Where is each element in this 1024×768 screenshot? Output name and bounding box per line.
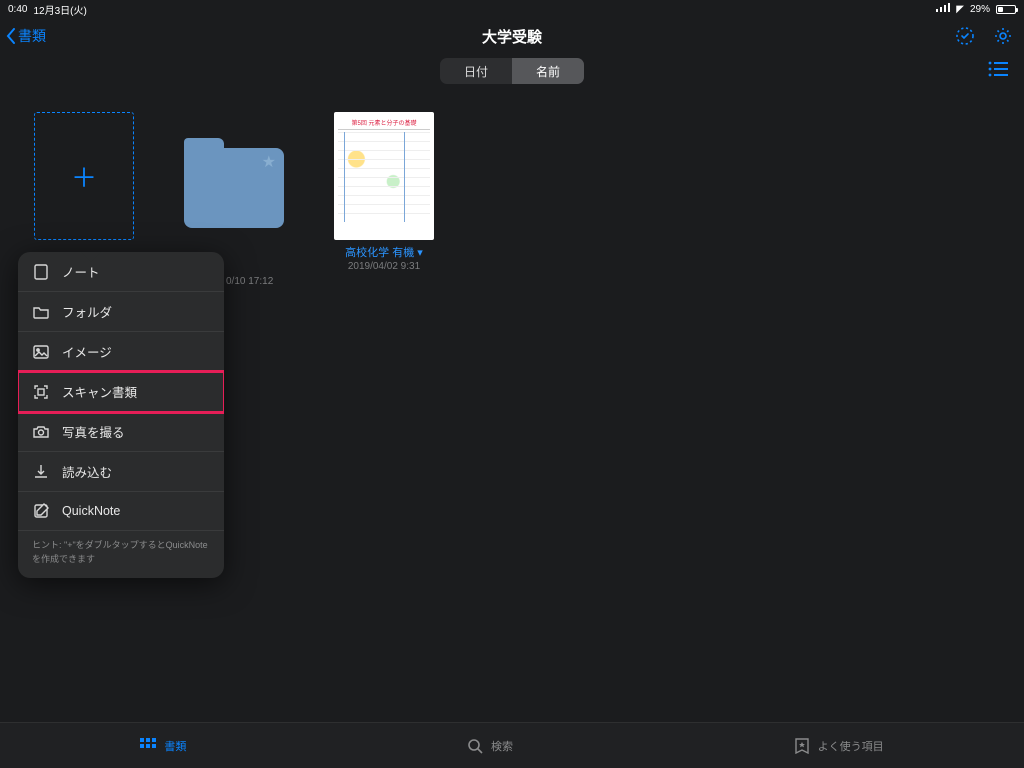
segment-name[interactable]: 名前 (512, 58, 584, 84)
folder-icon (32, 303, 50, 321)
tab-bar: 書類 検索 よく使う項目 (0, 722, 1024, 768)
sync-button[interactable] (954, 25, 976, 47)
status-time: 0:40 (8, 4, 27, 15)
note-time: 2019/04/02 9:31 (334, 260, 434, 273)
menu-folder-label: フォルダ (62, 302, 112, 321)
sync-icon (955, 26, 975, 46)
note-name: 高校化学 有機 (345, 247, 414, 259)
menu-scan-document[interactable]: スキャン書類 (18, 372, 224, 412)
gear-icon (993, 26, 1013, 46)
menu-image[interactable]: イメージ (18, 332, 224, 372)
back-button[interactable]: 書類 (0, 26, 46, 46)
tab-documents-label: 書類 (164, 738, 186, 754)
menu-note-label: ノート (62, 262, 100, 281)
scan-icon (32, 383, 50, 401)
menu-note[interactable]: ノート (18, 252, 224, 292)
note-thumbnail: 第5回 元素と分子の基礎 (334, 112, 434, 240)
note-preview-title: 第5回 元素と分子の基礎 (338, 118, 430, 130)
bookmark-star-icon (794, 738, 810, 754)
plus-icon: ＋ (71, 158, 97, 195)
import-icon (32, 463, 50, 481)
note-scribble (338, 132, 430, 222)
menu-image-label: イメージ (62, 342, 112, 361)
image-icon (32, 343, 50, 361)
folder-tile[interactable]: ★ (184, 112, 294, 228)
tab-favorites-label: よく使う項目 (818, 738, 884, 754)
tab-search-label: 検索 (491, 738, 513, 754)
grid-icon (140, 738, 156, 754)
star-icon: ★ (262, 152, 276, 172)
tab-documents[interactable]: 書類 (140, 738, 186, 754)
compose-icon (32, 502, 50, 520)
view-toggle-button[interactable] (988, 61, 1008, 82)
list-icon (988, 61, 1008, 77)
signal-icon (936, 3, 950, 15)
location-icon: ◤ (956, 4, 964, 15)
menu-import-label: 読み込む (62, 462, 112, 481)
status-bar: 0:40 12月3日(火) ◤ 29% (0, 0, 1024, 18)
popover-hint: ヒント: "+"をダブルタップするとQuickNoteを作成できます (18, 531, 224, 578)
menu-quicknote[interactable]: QuickNote (18, 492, 224, 531)
add-tile: ＋ (34, 112, 144, 240)
menu-folder[interactable]: フォルダ (18, 292, 224, 332)
folder-partial-time: 0/10 17:12 (226, 276, 273, 287)
note-tile[interactable]: 第5回 元素と分子の基礎 高校化学 有機 ▾ 2019/04/02 9:31 (334, 112, 434, 273)
add-button[interactable]: ＋ (34, 112, 134, 240)
tab-search[interactable]: 検索 (467, 738, 513, 754)
nav-bar: 書類 大学受験 (0, 18, 1024, 54)
sort-segmented: 日付 名前 (440, 58, 584, 84)
menu-import[interactable]: 読み込む (18, 452, 224, 492)
note-icon (32, 263, 50, 281)
back-label: 書類 (18, 26, 46, 46)
folder-icon: ★ (184, 148, 284, 228)
settings-button[interactable] (992, 25, 1014, 47)
status-date: 12月3日(火) (33, 2, 86, 17)
battery-percent: 29% (970, 4, 990, 15)
tab-favorites[interactable]: よく使う項目 (794, 738, 884, 754)
search-icon (467, 738, 483, 754)
menu-scan-label: スキャン書類 (62, 382, 137, 401)
add-popover: ノート フォルダ イメージ スキャン書類 写真を撮る 読み込む QuickNot… (18, 252, 224, 578)
page-title: 大学受験 (0, 26, 1024, 47)
segment-date[interactable]: 日付 (440, 58, 512, 84)
menu-take-photo[interactable]: 写真を撮る (18, 412, 224, 452)
menu-quicknote-label: QuickNote (62, 504, 120, 518)
battery-icon (996, 5, 1016, 14)
camera-icon (32, 423, 50, 441)
sort-row: 日付 名前 (0, 54, 1024, 88)
chevron-left-icon (6, 28, 16, 44)
menu-photo-label: 写真を撮る (62, 422, 125, 441)
